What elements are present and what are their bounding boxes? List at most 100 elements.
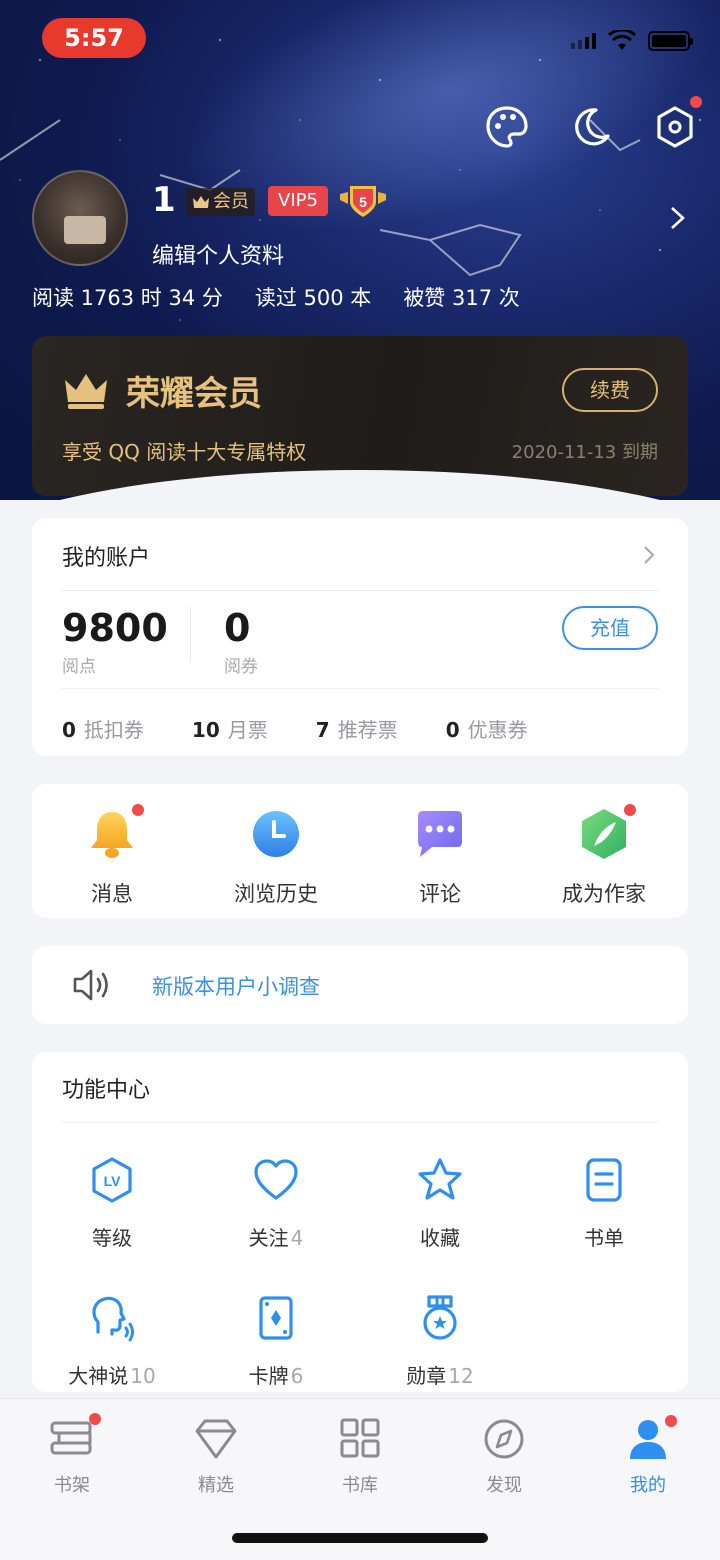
bell-icon	[91, 812, 133, 858]
booklist-icon	[586, 1158, 622, 1202]
theme-palette-icon[interactable]	[484, 104, 530, 150]
heart-icon	[254, 1159, 298, 1200]
bookshelf-notification-dot	[89, 1413, 101, 1425]
svg-text:LV: LV	[104, 1173, 122, 1189]
profile-header: 5:57 1 会员 VIP5 5 编辑个人资料 阅读 1763 时 34 分 读…	[0, 0, 720, 500]
chat-icon	[418, 811, 462, 857]
clock-icon	[253, 811, 299, 857]
tab-label: 发现	[486, 1475, 522, 1496]
tab-featured[interactable]: 精选	[166, 1417, 266, 1497]
battery-icon	[648, 31, 693, 51]
level-shield-badge: 5	[340, 186, 386, 217]
bookshelf-icon	[50, 1421, 92, 1455]
vip-card-title: 荣耀会员	[126, 374, 262, 414]
divider	[190, 606, 191, 662]
ticket-coupon[interactable]: 0 优惠券	[446, 714, 528, 743]
shortcut-messages[interactable]: 消息	[32, 804, 192, 908]
divider	[62, 1122, 658, 1123]
survey-banner[interactable]: 新版本用户小调查	[32, 946, 688, 1024]
tab-label: 书库	[342, 1475, 378, 1496]
ticket-deduction[interactable]: 0 抵扣券	[62, 714, 144, 743]
tab-bookshelf[interactable]: 书架	[22, 1413, 122, 1497]
function-level[interactable]: LV 等级	[32, 1156, 192, 1251]
shortcut-label: 消息	[91, 882, 133, 906]
username: 1	[152, 180, 176, 220]
pen-icon	[582, 809, 626, 859]
account-title[interactable]: 我的账户	[62, 540, 150, 572]
wifi-icon	[608, 30, 636, 50]
medal-icon	[423, 1295, 457, 1340]
ticket-monthly[interactable]: 10 月票	[192, 714, 268, 743]
night-mode-moon-icon[interactable]	[568, 104, 614, 150]
tab-label: 精选	[198, 1475, 234, 1496]
card-icon	[259, 1296, 293, 1340]
status-time: 5:57	[42, 18, 146, 58]
user-icon	[630, 1420, 666, 1459]
speaking-head-icon	[92, 1296, 134, 1342]
function-center-title: 功能中心	[62, 1078, 151, 1103]
function-label: 卡牌	[248, 1364, 289, 1388]
function-label: 勋章	[406, 1364, 447, 1388]
writer-notification-dot	[624, 804, 636, 816]
tab-label: 书架	[54, 1475, 90, 1496]
balance-vouchers[interactable]: 0 阅券	[224, 606, 258, 677]
shortcut-label: 成为作家	[562, 882, 646, 906]
function-label: 关注	[248, 1226, 289, 1250]
edit-profile-link[interactable]: 编辑个人资料	[152, 238, 284, 270]
function-booklist[interactable]: 书单	[524, 1156, 684, 1251]
avatar[interactable]	[32, 170, 128, 266]
shortcut-history[interactable]: 浏览历史	[196, 806, 356, 908]
grid-icon	[340, 1418, 380, 1458]
messages-notification-dot	[132, 804, 144, 816]
function-label: 书单	[584, 1226, 624, 1250]
function-count: 10	[130, 1364, 156, 1388]
survey-text[interactable]: 新版本用户小调查	[152, 971, 320, 1001]
level-lv-icon: LV	[92, 1157, 132, 1203]
vip-expire-date: 2020-11-13 到期	[511, 442, 658, 463]
member-badge: 会员	[186, 188, 255, 216]
shortcut-label: 评论	[419, 882, 461, 906]
tab-label: 我的	[630, 1475, 666, 1496]
vip-badge: VIP5	[268, 186, 328, 216]
function-favorites[interactable]: 收藏	[360, 1156, 520, 1251]
compass-icon	[484, 1419, 524, 1459]
shortcuts-card: 消息 浏览历史 评论 成为作家	[32, 784, 688, 918]
ticket-recommend[interactable]: 7 推荐票	[316, 714, 398, 743]
status-icons	[571, 30, 693, 52]
settings-notification-dot	[690, 96, 702, 108]
stat-reading-time: 阅读 1763 时 34 分	[32, 286, 223, 310]
divider	[62, 590, 658, 591]
diamond-icon	[195, 1419, 237, 1459]
balance-points[interactable]: 9800 阅点	[62, 606, 168, 677]
balance-points-label: 阅点	[62, 657, 96, 677]
recharge-button[interactable]: 充值	[562, 606, 658, 650]
tab-mine[interactable]: 我的	[598, 1415, 698, 1497]
function-count: 12	[448, 1364, 474, 1388]
shortcut-comments[interactable]: 评论	[360, 806, 520, 908]
header-actions	[484, 96, 702, 150]
tab-library[interactable]: 书库	[310, 1417, 410, 1497]
member-badge-label: 会员	[213, 191, 249, 212]
signal-icon	[571, 33, 596, 49]
gold-crown-icon	[65, 374, 107, 409]
stat-books-read: 读过 500 本	[254, 286, 372, 310]
stat-likes: 被赞 317 次	[403, 286, 520, 310]
tab-discover[interactable]: 发现	[454, 1417, 554, 1497]
chevron-right-icon[interactable]	[668, 204, 688, 232]
vip-card-subtitle: 享受 QQ 阅读十大专属特权	[62, 440, 307, 464]
home-indicator	[232, 1533, 488, 1543]
function-medals[interactable]: 勋章 12	[360, 1294, 520, 1389]
account-card: 我的账户 9800 阅点 0 阅券 充值 0 抵扣券 10 月票 7 推荐票 0 优惠券	[32, 518, 688, 756]
crown-icon	[193, 196, 209, 208]
function-master-talk[interactable]: 大神说 10	[32, 1294, 192, 1389]
shortcut-become-writer[interactable]: 成为作家	[524, 804, 684, 908]
renew-button[interactable]: 续费	[562, 368, 658, 412]
balance-vouchers-label: 阅券	[224, 657, 258, 677]
function-label: 收藏	[420, 1226, 460, 1250]
speaker-icon	[73, 969, 108, 1001]
settings-hexagon-icon[interactable]	[652, 96, 702, 150]
shortcut-label: 浏览历史	[234, 882, 318, 906]
function-follow[interactable]: 关注 4	[196, 1156, 356, 1251]
function-cards[interactable]: 卡牌 6	[196, 1294, 356, 1389]
chevron-right-icon[interactable]	[642, 544, 656, 566]
